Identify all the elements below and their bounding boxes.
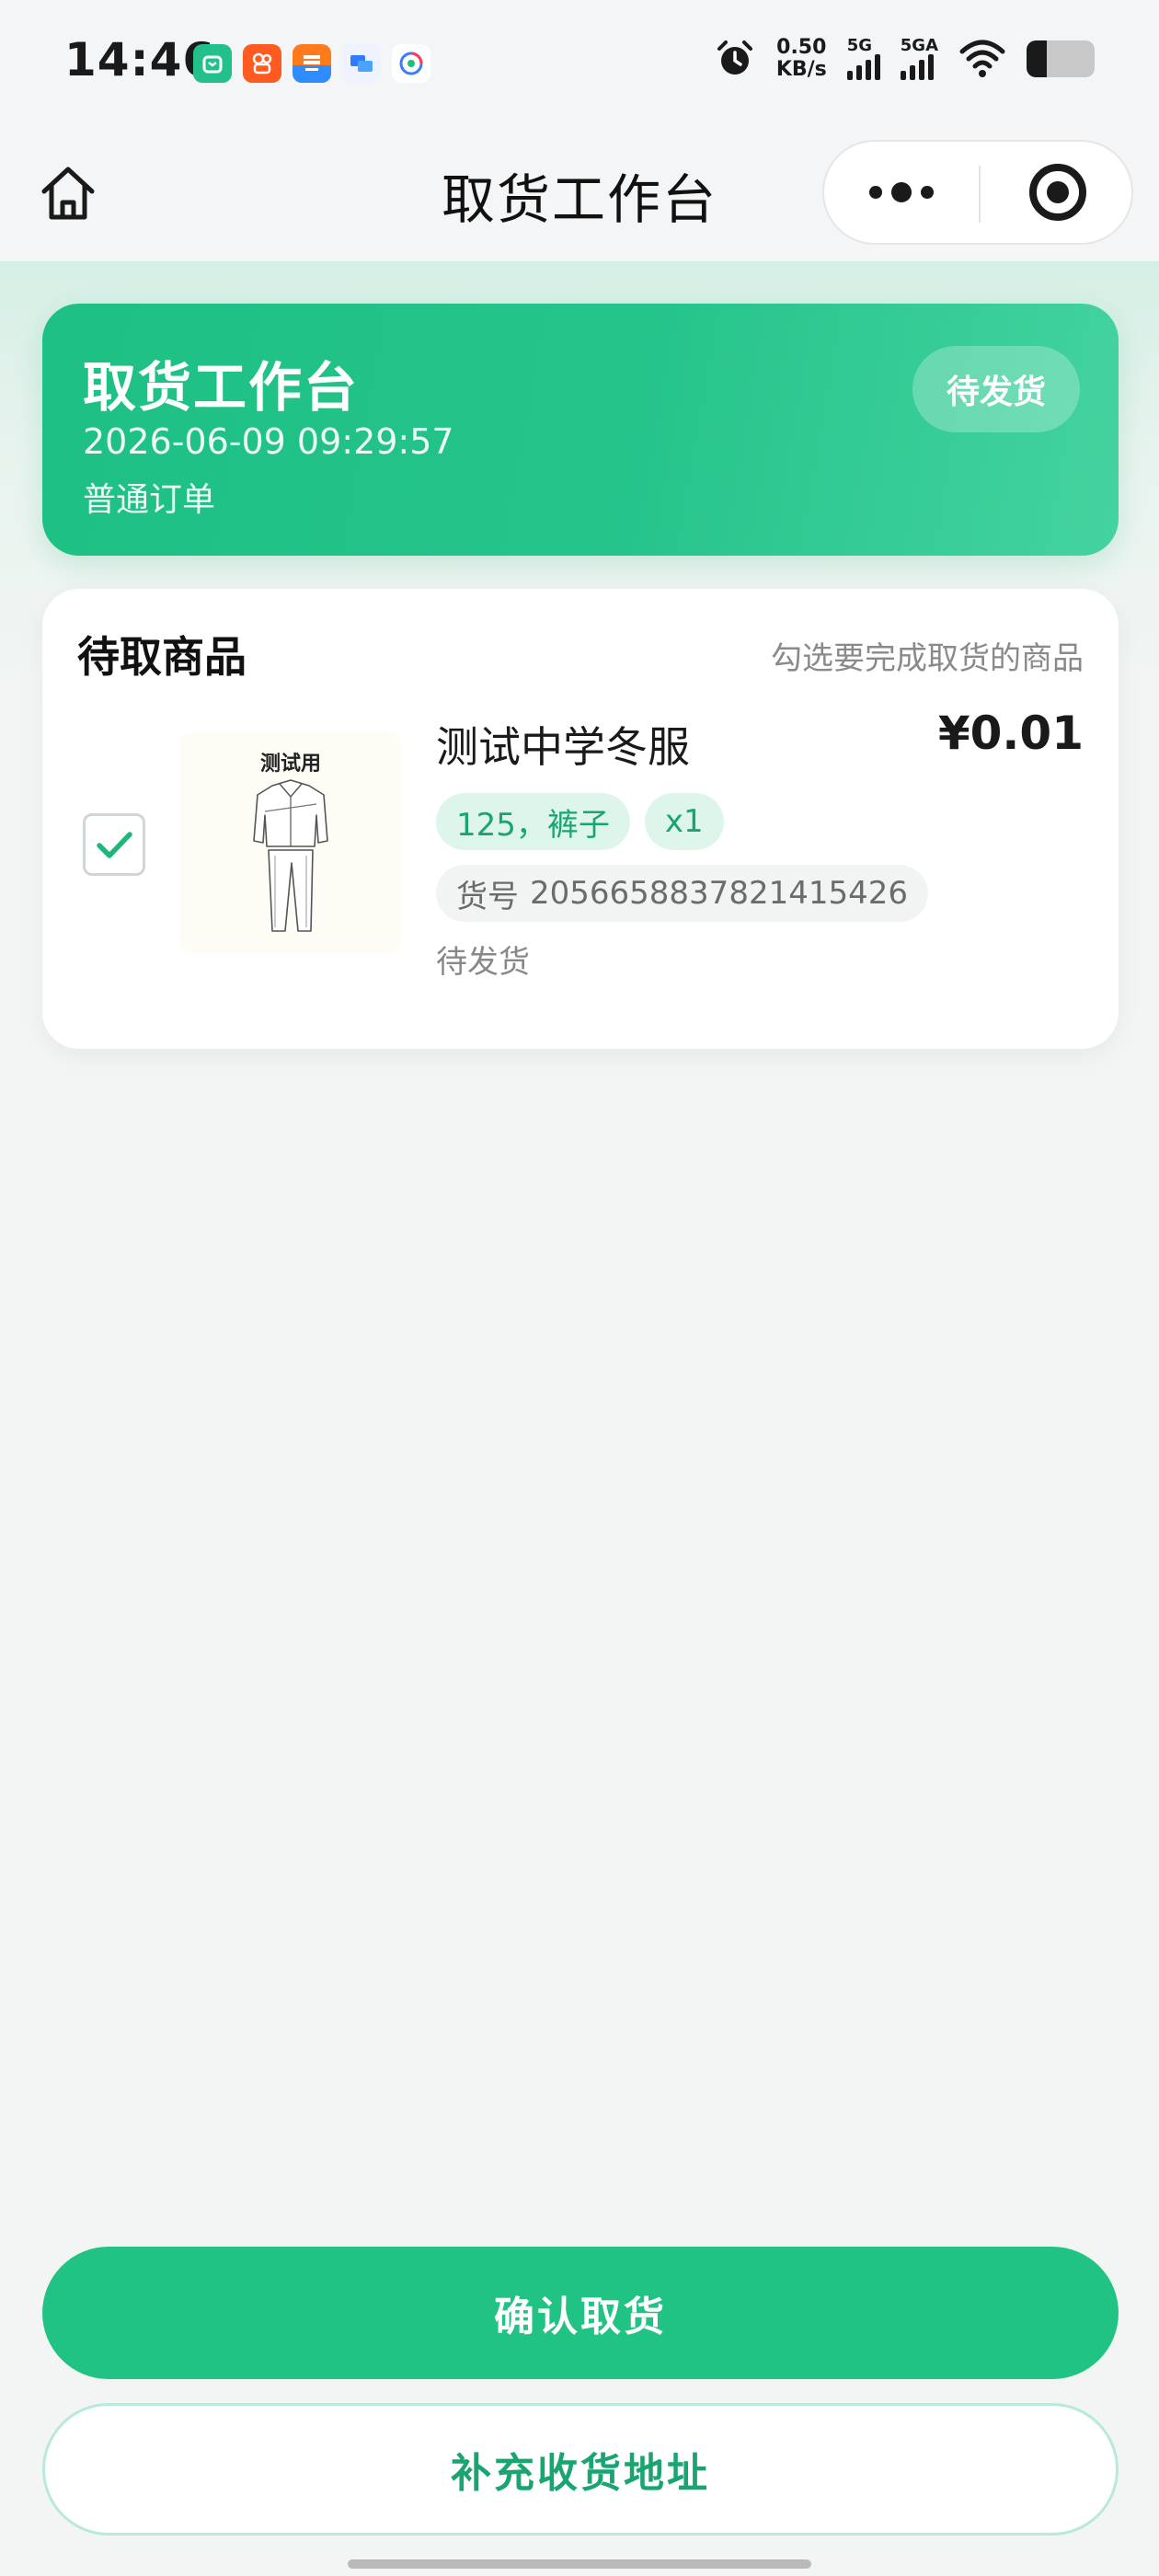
signal-5g: 5G [846, 36, 880, 80]
browser-icon [392, 44, 430, 83]
mi-home-icon [193, 44, 232, 83]
more-icon [869, 186, 882, 199]
order-header-card: 取货工作台 2026-06-09 09:29:57 普通订单 待发货 [42, 304, 1119, 556]
more-icon-center [891, 182, 912, 202]
signal-5ga-label: 5GA [900, 36, 938, 55]
status-bar: 14:46 0.50 KB/s 5G 5GA [0, 0, 1159, 129]
header-title: 取货工作台 [83, 356, 360, 419]
product-name: 测试中学冬服 [436, 722, 690, 772]
items-section-hint: 勾选要完成取货的商品 [771, 640, 1084, 677]
signal-5ga: 5GA [900, 36, 938, 80]
target-icon [1029, 164, 1086, 221]
product-image: 测试用 [180, 732, 401, 953]
message-icon [342, 44, 381, 83]
alarm-icon [717, 40, 752, 75]
order-datetime: 2026-06-09 09:29:57 [83, 421, 454, 462]
more-button[interactable] [824, 142, 979, 243]
battery-icon [1027, 40, 1095, 77]
notification-icons [193, 44, 430, 83]
more-icon-right [921, 186, 934, 199]
sku-badge: 货号 2056658837821415426 [436, 865, 929, 922]
nav-bar: 取货工作台 [0, 129, 1159, 261]
status-badge: 待发货 [912, 346, 1080, 432]
page: 14:46 0.50 KB/s 5G 5GA 取货工作台 取货工作台 2026-… [0, 0, 1159, 2576]
sku-value: 2056658837821415426 [530, 875, 909, 912]
network-speed: 0.50 KB/s [776, 37, 827, 81]
sku-label: 货号 [456, 878, 519, 915]
order-type: 普通订单 [83, 481, 216, 519]
signal-5g-label: 5G [846, 36, 873, 55]
add-address-button[interactable]: 补充收货地址 [42, 2403, 1119, 2536]
home-indicator[interactable] [348, 2559, 811, 2569]
taobao-flash-icon [293, 44, 331, 83]
close-miniprogram-button[interactable] [981, 142, 1135, 243]
item-status: 待发货 [436, 944, 530, 981]
wifi-icon [959, 40, 1005, 77]
item-checkbox[interactable] [83, 813, 145, 876]
signal-bars-icon [900, 54, 934, 80]
speed-unit: KB/s [775, 58, 827, 81]
uniform-icon [253, 779, 328, 932]
status-indicators: 0.50 KB/s 5G 5GA [714, 37, 1095, 81]
confirm-pickup-button[interactable]: 确认取货 [42, 2247, 1119, 2379]
kuaishou-icon [243, 44, 281, 83]
spec-tag: 125，裤子 [436, 793, 630, 850]
product-price: ¥0.01 [937, 707, 1084, 760]
menu-capsule [822, 140, 1133, 245]
checkmark-icon [97, 832, 132, 858]
product-tags: 125，裤子 x1 [436, 793, 724, 850]
battery-level [1027, 40, 1048, 77]
items-section-title: 待取商品 [77, 632, 247, 682]
signal-bars-icon [846, 54, 880, 80]
speed-value: 0.50 [776, 36, 827, 59]
quantity-tag: x1 [644, 793, 724, 850]
pending-items-card: 待取商品 勾选要完成取货的商品 测试用 测试中学冬服 ¥0.01 125，裤子 … [42, 589, 1119, 1049]
